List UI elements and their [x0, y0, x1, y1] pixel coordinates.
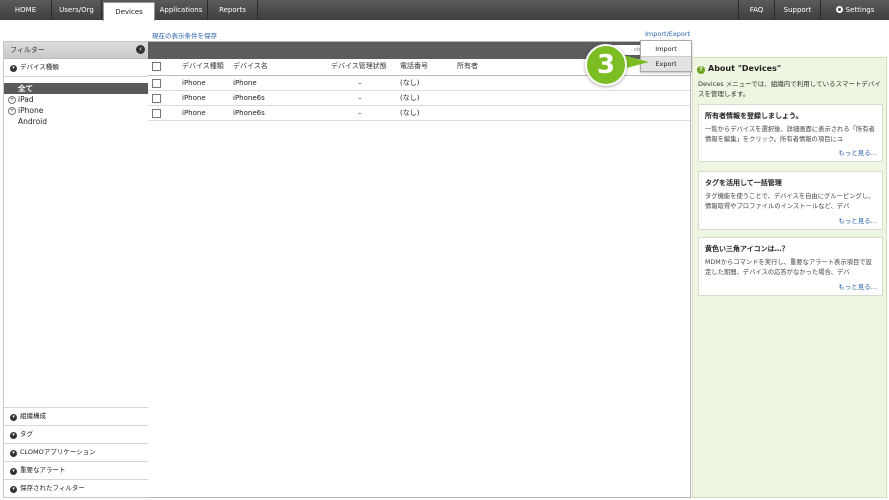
cell-device-name: iPhone6s — [233, 109, 265, 117]
tree-item-all[interactable]: 全て — [4, 83, 148, 94]
chevron-down-icon: ▾ — [10, 414, 17, 421]
settings-label: Settings — [845, 6, 875, 14]
column-device-name[interactable]: デバイス名 — [233, 59, 268, 74]
bottom-filter-sections: ▾ 組織構成 ▾ タグ ▾ CLOMOアプリケーション ▾ 重要なアラート ▾ 保存された… — [4, 407, 148, 497]
faq-link[interactable]: FAQ — [738, 0, 774, 20]
tree-item-label: iPad — [18, 95, 34, 104]
chevron-down-icon: ▾ — [10, 65, 17, 72]
cell-device-name: iPhone — [233, 79, 257, 87]
chevron-down-icon: ▾ — [10, 486, 17, 493]
tip-card: 黄色い三角アイコンは…？ MDMからコマンドを実行し、重要なアラート表示項目で設… — [698, 237, 883, 296]
save-view-link[interactable]: 現在の表示条件を保存 — [152, 30, 217, 40]
tip-card-body: 一覧からデバイスを選択後、詳細画面に表示される「所有者情報を編集」をクリック。所… — [705, 126, 875, 143]
tip-card-title: タグを活用して一括管理 — [705, 179, 782, 187]
filter-section-label: CLOMOアプリケーション — [20, 448, 96, 456]
filter-section-label: 組織構成 — [20, 412, 46, 420]
cell-management-status: – — [358, 109, 362, 117]
tip-card: タグを活用して一括管理 タグ機能を使うことで、デバイスを自由にグルーピングし、情… — [698, 171, 883, 230]
filter-section-label: タグ — [20, 430, 33, 438]
row-checkbox[interactable] — [152, 79, 161, 88]
tree-item-label: iPhone — [18, 106, 44, 115]
column-owner[interactable]: 所有者 — [457, 59, 478, 74]
filter-header: フィルター ‹ — [4, 42, 148, 59]
tree-item-ipad[interactable]: + iPad — [4, 94, 148, 105]
cell-management-status: – — [358, 94, 362, 102]
chevron-down-icon: ▾ — [10, 432, 17, 439]
step-number-badge: 3 — [585, 44, 627, 86]
device-type-tree: 全て + iPad + iPhone Android — [4, 83, 148, 127]
cell-phone-number: (なし) — [400, 79, 420, 87]
about-title: ? About "Devices" — [697, 64, 781, 74]
cell-device-type: iPhone — [182, 94, 206, 102]
tree-item-iphone[interactable]: + iPhone — [4, 105, 148, 116]
filter-section-device-type[interactable]: ▾ デバイス種類 — [4, 59, 148, 77]
table-row[interactable]: iPhone iPhone6s – (なし) — [148, 106, 690, 121]
cell-device-type: iPhone — [182, 109, 206, 117]
filter-title: フィルター — [10, 46, 45, 54]
cell-phone-number: (なし) — [400, 109, 420, 117]
tip-card-title: 所有者情報を登録しましょう。 — [705, 112, 803, 120]
chevron-down-icon: ▾ — [10, 468, 17, 475]
row-checkbox[interactable] — [152, 94, 161, 103]
tip-card-title: 黄色い三角アイコンは…？ — [705, 245, 789, 253]
expand-icon[interactable]: + — [8, 96, 16, 104]
expand-icon[interactable]: + — [8, 107, 16, 115]
cell-device-type: iPhone — [182, 79, 206, 87]
select-all-checkbox[interactable] — [152, 62, 161, 71]
tip-card-body: タグ機能を使うことで、デバイスを自由にグルーピングし、情報取得やプロファイルのイ… — [705, 193, 875, 210]
more-link[interactable]: もっと見る... — [838, 147, 877, 157]
tab-users-org[interactable]: Users/Org — [52, 0, 102, 20]
filter-section-label: 重要なアラート — [20, 466, 66, 474]
column-phone-number[interactable]: 電話番号 — [400, 59, 428, 74]
tip-card: 所有者情報を登録しましょう。 一覧からデバイスを選択後、詳細画面に表示される「所… — [698, 104, 883, 162]
row-checkbox[interactable] — [152, 109, 161, 118]
column-management-status[interactable]: デバイス管理状態 — [331, 59, 387, 74]
collapse-sidebar-icon[interactable]: ‹ — [136, 45, 145, 54]
settings-link[interactable]: Settings — [820, 0, 889, 20]
tab-devices[interactable]: Devices — [103, 2, 155, 21]
cell-device-name: iPhone6s — [233, 94, 265, 102]
filter-section-alerts[interactable]: ▾ 重要なアラート — [4, 461, 148, 479]
more-link[interactable]: もっと見る... — [838, 281, 877, 291]
filter-section-clomo-apps[interactable]: ▾ CLOMOアプリケーション — [4, 443, 148, 461]
filter-section-tag[interactable]: ▾ タグ — [4, 425, 148, 443]
help-icon: ? — [697, 66, 705, 74]
tab-reports[interactable]: Reports — [208, 0, 258, 20]
tree-item-android[interactable]: Android — [4, 116, 148, 127]
gear-icon — [835, 6, 843, 13]
tab-applications[interactable]: Applications — [155, 0, 208, 20]
filter-section-org[interactable]: ▾ 組織構成 — [4, 407, 148, 425]
cell-phone-number: (なし) — [400, 94, 420, 102]
about-panel: ? About "Devices" Devices メニューでは、組織内で利用して… — [692, 57, 887, 498]
more-link[interactable]: もっと見る... — [838, 215, 877, 225]
filter-section-label: 保存されたフィルター — [20, 484, 85, 492]
cell-management-status: – — [358, 79, 362, 87]
about-title-text: About "Devices" — [708, 64, 782, 73]
support-link[interactable]: Support — [774, 0, 820, 20]
column-device-type[interactable]: デバイス種類 — [182, 59, 224, 74]
chevron-down-icon: ▾ — [10, 450, 17, 457]
tab-home[interactable]: HOME — [0, 0, 52, 20]
device-list-panel: ch デバイス種類 デバイス名 デバイス管理状態 電話番号 所有者 iPhone… — [148, 41, 691, 498]
filter-section-saved[interactable]: ▾ 保存されたフィルター — [4, 479, 148, 497]
about-description: Devices メニューでは、組織内で利用しているスマートデバイスを管理します。 — [698, 80, 881, 98]
tip-card-body: MDMからコマンドを実行し、重要なアラート表示項目で設定した期間、デバイスの応答… — [705, 259, 872, 276]
filter-section-label: デバイス種類 — [20, 63, 59, 71]
top-navigation-bar: HOME Users/Org Devices Applications Repo… — [0, 0, 889, 21]
import-export-link[interactable]: Import/Export — [645, 30, 690, 38]
table-row[interactable]: iPhone iPhone6s – (なし) — [148, 91, 690, 106]
filter-sidebar: フィルター ‹ ▾ デバイス種類 全て + iPad + iPhone Android… — [3, 41, 149, 498]
